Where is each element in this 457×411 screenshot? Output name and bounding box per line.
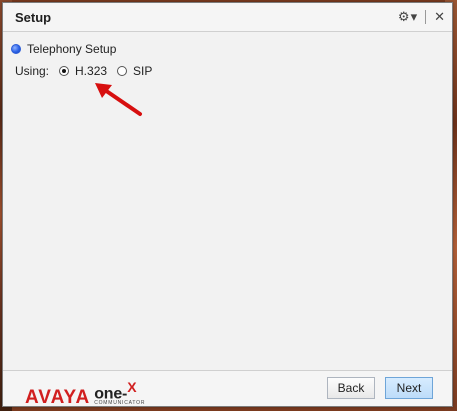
telephony-setup-option[interactable]: Telephony Setup xyxy=(11,42,116,56)
using-label: Using: xyxy=(15,64,50,78)
sip-label: SIP xyxy=(133,64,153,78)
product-name: one-X xyxy=(94,379,137,403)
settings-menu[interactable]: ⚙ ▾ xyxy=(398,9,417,25)
gear-icon[interactable]: ⚙ xyxy=(398,9,410,25)
next-button[interactable]: Next xyxy=(385,377,433,399)
chevron-down-icon[interactable]: ▾ xyxy=(411,9,418,25)
footer-bar: AVAYA one-X COMMUNICATOR Back Next xyxy=(3,370,452,407)
back-button[interactable]: Back xyxy=(327,377,375,399)
brand-name: AVAYA xyxy=(25,387,91,409)
sip-option[interactable]: SIP xyxy=(117,64,152,78)
telephony-setup-radio[interactable] xyxy=(11,44,21,54)
product-logo: one-X COMMUNICATOR xyxy=(94,380,145,406)
title-separator xyxy=(425,10,427,24)
protocol-selection-row: Using: H.323 SIP xyxy=(15,64,152,78)
annotation-arrow xyxy=(95,83,142,116)
window-title: Setup xyxy=(15,10,52,25)
title-bar: Setup ⚙ ▾ ✕ xyxy=(3,3,452,32)
h323-label: H.323 xyxy=(75,64,108,78)
h323-radio[interactable] xyxy=(59,66,70,76)
setup-window: Setup ⚙ ▾ ✕ Telephony Setup Using: H.323… xyxy=(2,2,453,407)
close-icon[interactable]: ✕ xyxy=(434,9,445,25)
h323-option[interactable]: H.323 xyxy=(59,64,107,78)
avaya-logo: AVAYA one-X COMMUNICATOR xyxy=(25,380,145,407)
sip-radio[interactable] xyxy=(117,66,128,76)
product-subtitle: COMMUNICATOR xyxy=(94,400,146,407)
title-tools: ⚙ ▾ ✕ xyxy=(398,7,445,27)
telephony-setup-label: Telephony Setup xyxy=(27,42,117,56)
